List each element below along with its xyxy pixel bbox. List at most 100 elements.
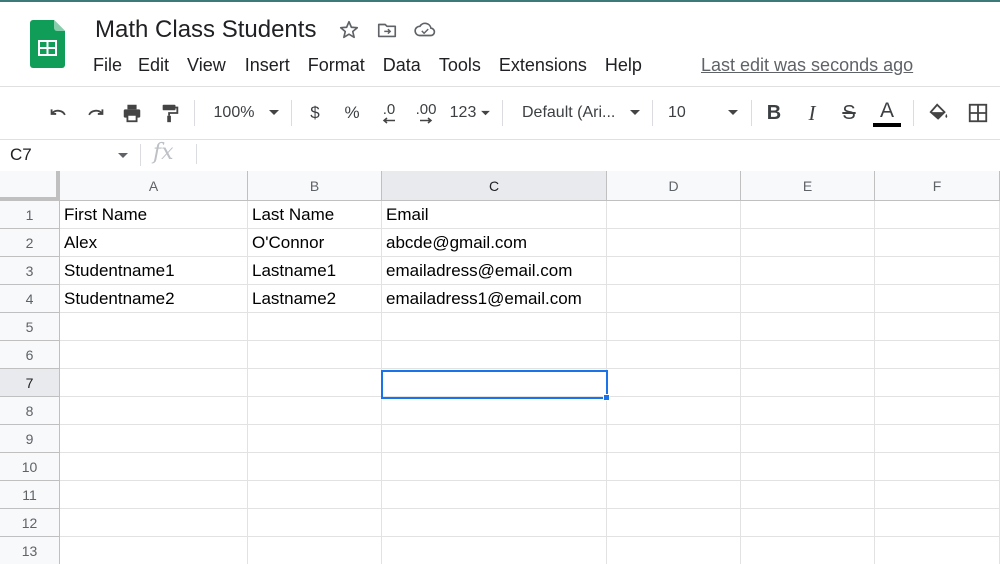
cell-f4[interactable]: [875, 285, 1000, 313]
fill-handle[interactable]: [603, 394, 610, 401]
cell-b1[interactable]: Last Name: [248, 201, 382, 229]
cell-a5[interactable]: [60, 313, 248, 341]
cell-a3[interactable]: Studentname1: [60, 257, 248, 285]
cell-e5[interactable]: [741, 313, 875, 341]
cell-e7[interactable]: [741, 369, 875, 397]
cell-d7[interactable]: [607, 369, 741, 397]
menu-extensions[interactable]: Extensions: [499, 55, 587, 76]
row-header-11[interactable]: 11: [0, 481, 60, 509]
menu-insert[interactable]: Insert: [245, 55, 290, 76]
format-percent-button[interactable]: %: [341, 87, 363, 139]
cell-c3[interactable]: emailadress@email.com: [382, 257, 607, 285]
cell-d4[interactable]: [607, 285, 741, 313]
row-header-2[interactable]: 2: [0, 229, 60, 257]
cell-a4[interactable]: Studentname2: [60, 285, 248, 313]
text-color-button[interactable]: A: [872, 87, 902, 139]
cell-c12[interactable]: [382, 509, 607, 537]
cell-b10[interactable]: [248, 453, 382, 481]
column-header-f[interactable]: F: [875, 171, 1000, 201]
undo-icon[interactable]: [44, 87, 72, 139]
cell-f3[interactable]: [875, 257, 1000, 285]
document-title[interactable]: Math Class Students: [95, 16, 316, 44]
cell-e11[interactable]: [741, 481, 875, 509]
name-box-value[interactable]: C7: [10, 145, 32, 165]
cell-b6[interactable]: [248, 341, 382, 369]
cell-d10[interactable]: [607, 453, 741, 481]
cell-c1[interactable]: Email: [382, 201, 607, 229]
increase-decimal-button[interactable]: .00: [410, 87, 442, 139]
row-header-3[interactable]: 3: [0, 257, 60, 285]
cell-c10[interactable]: [382, 453, 607, 481]
cell-a10[interactable]: [60, 453, 248, 481]
font-size-dropdown-icon[interactable]: [724, 87, 742, 139]
row-header-4[interactable]: 4: [0, 285, 60, 313]
cell-f5[interactable]: [875, 313, 1000, 341]
format-currency-button[interactable]: $: [304, 87, 326, 139]
cell-d5[interactable]: [607, 313, 741, 341]
cell-e9[interactable]: [741, 425, 875, 453]
cell-d2[interactable]: [607, 229, 741, 257]
zoom-select[interactable]: 100%: [210, 87, 258, 139]
row-header-7[interactable]: 7: [0, 369, 60, 397]
fill-color-icon[interactable]: [925, 87, 953, 139]
redo-icon[interactable]: [82, 87, 110, 139]
cell-e13[interactable]: [741, 537, 875, 564]
menu-help[interactable]: Help: [605, 55, 642, 76]
cell-c2[interactable]: abcde@gmail.com: [382, 229, 607, 257]
cell-e3[interactable]: [741, 257, 875, 285]
cell-e6[interactable]: [741, 341, 875, 369]
row-header-10[interactable]: 10: [0, 453, 60, 481]
cell-b2[interactable]: O'Connor: [248, 229, 382, 257]
strikethrough-button[interactable]: S: [837, 87, 861, 139]
cell-f8[interactable]: [875, 397, 1000, 425]
more-formats-button[interactable]: 123: [448, 87, 478, 139]
name-box-dropdown-icon[interactable]: [117, 152, 129, 160]
column-header-b[interactable]: B: [248, 171, 382, 201]
cell-a12[interactable]: [60, 509, 248, 537]
print-icon[interactable]: [118, 87, 146, 139]
cell-a8[interactable]: [60, 397, 248, 425]
cell-e4[interactable]: [741, 285, 875, 313]
cell-c11[interactable]: [382, 481, 607, 509]
menu-data[interactable]: Data: [383, 55, 421, 76]
column-header-d[interactable]: D: [607, 171, 741, 201]
column-header-e[interactable]: E: [741, 171, 875, 201]
cell-d12[interactable]: [607, 509, 741, 537]
cell-a11[interactable]: [60, 481, 248, 509]
row-header-13[interactable]: 13: [0, 537, 60, 564]
cell-b11[interactable]: [248, 481, 382, 509]
cell-a7[interactable]: [60, 369, 248, 397]
column-header-c[interactable]: C: [382, 171, 607, 201]
cell-d11[interactable]: [607, 481, 741, 509]
move-to-folder-icon[interactable]: [375, 18, 399, 42]
cell-a1[interactable]: First Name: [60, 201, 248, 229]
menu-format[interactable]: Format: [308, 55, 365, 76]
cell-a9[interactable]: [60, 425, 248, 453]
cell-f1[interactable]: [875, 201, 1000, 229]
row-header-12[interactable]: 12: [0, 509, 60, 537]
menu-edit[interactable]: Edit: [138, 55, 169, 76]
cell-f7[interactable]: [875, 369, 1000, 397]
font-dropdown-icon[interactable]: [626, 87, 644, 139]
menu-tools[interactable]: Tools: [439, 55, 481, 76]
decrease-decimal-button[interactable]: .0: [374, 87, 404, 139]
italic-button[interactable]: I: [800, 87, 824, 139]
cell-b5[interactable]: [248, 313, 382, 341]
cell-f11[interactable]: [875, 481, 1000, 509]
google-sheets-logo[interactable]: [30, 20, 65, 68]
cell-c5[interactable]: [382, 313, 607, 341]
menu-view[interactable]: View: [187, 55, 226, 76]
cell-f2[interactable]: [875, 229, 1000, 257]
menu-file[interactable]: File: [93, 55, 122, 76]
cell-f10[interactable]: [875, 453, 1000, 481]
cell-d8[interactable]: [607, 397, 741, 425]
cell-e10[interactable]: [741, 453, 875, 481]
row-header-9[interactable]: 9: [0, 425, 60, 453]
cell-d13[interactable]: [607, 537, 741, 564]
cell-b3[interactable]: Lastname1: [248, 257, 382, 285]
cell-b8[interactable]: [248, 397, 382, 425]
font-family-select[interactable]: Default (Ari...: [522, 87, 622, 139]
cell-e2[interactable]: [741, 229, 875, 257]
cell-c13[interactable]: [382, 537, 607, 564]
cell-e12[interactable]: [741, 509, 875, 537]
